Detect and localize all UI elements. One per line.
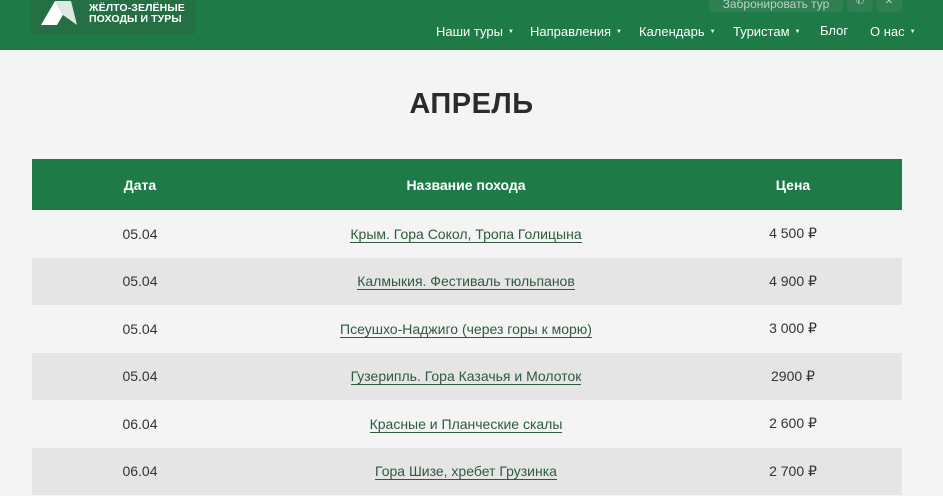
nav-label: О нас	[870, 23, 905, 39]
nav-label: Наши туры	[436, 23, 503, 39]
nav-item-directions[interactable]: Направления ▼	[530, 23, 622, 40]
tour-date: 05.04	[122, 368, 158, 385]
tour-link[interactable]: Крым. Гора Сокол, Тропа Голицына	[350, 225, 582, 243]
caret-down-icon: ▼	[794, 29, 801, 35]
column-header-price: Цена	[775, 176, 811, 193]
caret-down-icon: ▼	[507, 29, 514, 35]
whatsapp-button[interactable]: ✆	[847, 0, 873, 12]
tour-date: 06.04	[122, 415, 158, 432]
tour-date: 05.04	[122, 273, 158, 290]
tour-price: 3 000 ₽	[769, 320, 817, 337]
tour-link[interactable]: Гузерипль. Гора Казачья и Молоток	[350, 368, 582, 386]
table-header: Дата Название похода Цена	[32, 159, 902, 210]
tour-price: 2900 ₽	[771, 367, 815, 384]
table-row: 06.04 Гора Шизе, хребет Грузинка 2 700 ₽	[32, 447, 902, 495]
nav-item-tourists[interactable]: Туристам ▼	[733, 23, 801, 40]
tour-link[interactable]: Калмыкия. Фестиваль тюльпанов	[357, 273, 575, 291]
table-row: 05.04 Гузерипль. Гора Казачья и Молоток …	[32, 352, 902, 400]
nav-item-calendar[interactable]: Календарь ▼	[639, 23, 716, 40]
table-row: 06.04 Красные и Планческие скалы 2 600 ₽	[32, 400, 902, 448]
column-header-name: Название похода	[406, 176, 526, 193]
nav-label: Туристам	[733, 23, 790, 39]
vk-icon: ✕	[884, 0, 894, 7]
caret-down-icon: ▼	[616, 29, 622, 35]
table-row: 05.04 Псеушхо-Наджиго (через горы к морю…	[32, 305, 902, 353]
tour-date: 06.04	[122, 463, 158, 480]
vk-button[interactable]: ✕	[876, 0, 902, 12]
tours-table: Дата Название похода Цена 05.04 Крым. Го…	[32, 159, 902, 495]
book-tour-button[interactable]: Забронировать тур	[709, 0, 843, 12]
nav-item-blog[interactable]: Блог	[820, 23, 848, 39]
caret-down-icon: ▼	[709, 29, 716, 35]
tour-price: 2 600 ₽	[769, 415, 817, 432]
column-header-date: Дата	[123, 176, 157, 193]
table-row: 05.04 Крым. Гора Сокол, Тропа Голицына 4…	[32, 210, 902, 258]
tour-price: 4 500 ₽	[769, 225, 817, 242]
tour-link[interactable]: Красные и Планческие скалы	[369, 415, 563, 433]
nav-item-tours[interactable]: Наши туры ▼	[436, 23, 514, 40]
nav-label: Календарь	[639, 23, 705, 39]
nav-label: Блог	[820, 23, 849, 38]
logo-line-2: ПОХОДЫ И ТУРЫ	[89, 13, 182, 25]
site-header: ЖЁЛТО-ЗЕЛЁНЫЕ ПОХОДЫ И ТУРЫ Забронироват…	[0, 0, 943, 50]
tent-logo-icon	[41, 1, 77, 25]
table-row: 05.04 Калмыкия. Фестиваль тюльпанов 4 90…	[32, 257, 902, 305]
nav-item-about[interactable]: О нас ▼	[870, 23, 916, 40]
tour-price: 2 700 ₽	[769, 462, 817, 479]
tour-link[interactable]: Псеушхо-Наджиго (через горы к морю)	[340, 320, 592, 338]
whatsapp-icon: ✆	[855, 0, 865, 7]
nav-label: Направления	[530, 23, 612, 39]
tour-price: 4 900 ₽	[769, 272, 817, 289]
tour-link[interactable]: Гора Шизе, хребет Грузинка	[375, 463, 557, 481]
caret-down-icon: ▼	[909, 29, 916, 35]
page-title: АПРЕЛЬ	[409, 88, 534, 120]
logo-text: ЖЁЛТО-ЗЕЛЁНЫЕ ПОХОДЫ И ТУРЫ	[89, 3, 185, 25]
tour-date: 05.04	[122, 320, 158, 337]
site-logo[interactable]: ЖЁЛТО-ЗЕЛЁНЫЕ ПОХОДЫ И ТУРЫ	[31, 0, 196, 35]
tour-date: 05.04	[122, 225, 158, 242]
